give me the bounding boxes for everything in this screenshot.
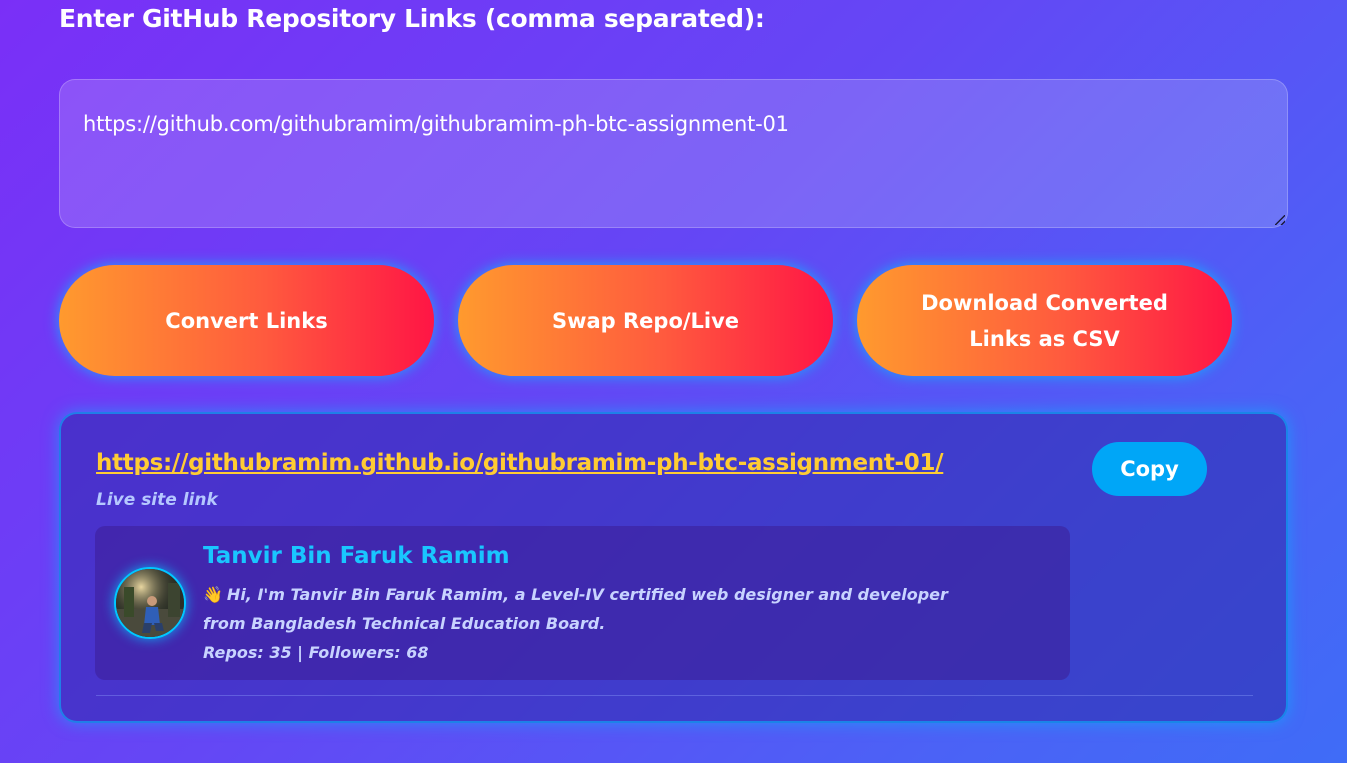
page-heading: Enter GitHub Repository Links (comma sep… bbox=[59, 4, 765, 33]
profile-bio-text: Hi, I'm Tanvir Bin Faruk Ramim, a Level-… bbox=[203, 585, 948, 633]
profile-card: Tanvir Bin Faruk Ramim 👋 Hi, I'm Tanvir B… bbox=[95, 526, 1070, 680]
swap-repo-live-button[interactable]: Swap Repo/Live bbox=[458, 265, 833, 376]
live-site-caption: Live site link bbox=[96, 490, 218, 510]
resize-handle-icon[interactable] bbox=[1275, 215, 1285, 225]
live-site-link[interactable]: https://githubramim.github.io/githubrami… bbox=[96, 450, 944, 476]
waving-hand-icon: 👋 bbox=[203, 585, 223, 604]
profile-name: Tanvir Bin Faruk Ramim bbox=[203, 543, 510, 569]
convert-links-button[interactable]: Convert Links bbox=[59, 265, 434, 376]
avatar-image bbox=[116, 569, 184, 637]
repo-links-textarea[interactable] bbox=[60, 80, 1287, 227]
result-card: https://githubramim.github.io/githubrami… bbox=[59, 412, 1288, 723]
avatar bbox=[114, 567, 186, 639]
divider bbox=[96, 695, 1253, 696]
copy-button[interactable]: Copy bbox=[1092, 442, 1207, 496]
profile-stats: Repos: 35 | Followers: 68 bbox=[203, 643, 429, 662]
download-csv-button[interactable]: Download Converted Links as CSV bbox=[857, 265, 1232, 376]
repo-links-textarea-container[interactable] bbox=[59, 79, 1288, 228]
profile-bio: 👋 Hi, I'm Tanvir Bin Faruk Ramim, a Level… bbox=[203, 580, 993, 638]
